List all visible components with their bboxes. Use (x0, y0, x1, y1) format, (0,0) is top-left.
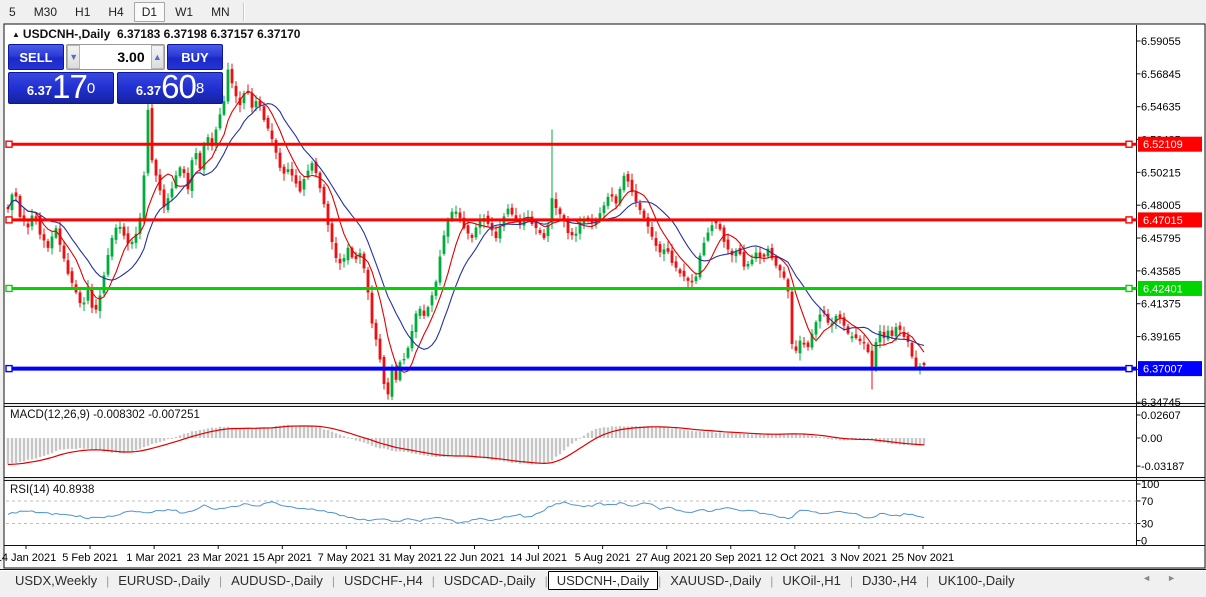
chart-title: ▲USDCNH-,Daily 6.37183 6.37198 6.37157 6… (12, 27, 300, 41)
svg-text:14 Jul 2021: 14 Jul 2021 (510, 552, 567, 564)
svg-text:12 Oct 2021: 12 Oct 2021 (765, 552, 825, 564)
buy-price-sup: 8 (196, 75, 204, 103)
svg-text:30: 30 (1141, 519, 1153, 531)
svg-text:6.47015: 6.47015 (1143, 215, 1183, 227)
svg-text:6.56845: 6.56845 (1141, 69, 1181, 81)
volume-input[interactable] (80, 45, 150, 69)
buy-button[interactable]: BUY (167, 44, 223, 70)
tab-scroll-arrows[interactable]: ◄► (1142, 573, 1192, 583)
svg-text:7 May 2021: 7 May 2021 (318, 552, 375, 564)
svg-text:6.34745: 6.34745 (1141, 397, 1181, 409)
svg-text:15 Apr 2021: 15 Apr 2021 (253, 552, 312, 564)
svg-text:0.02607: 0.02607 (1141, 410, 1181, 422)
svg-text:0: 0 (1141, 536, 1147, 548)
mt4-window: 5M30H1H4D1W1MN 6.590556.568456.546356.52… (0, 0, 1206, 597)
volume-decrease-button[interactable]: ▼ (67, 45, 80, 69)
svg-text:0.00: 0.00 (1141, 433, 1162, 445)
tab-xauusd-daily[interactable]: XAUUSD-,Daily (661, 572, 770, 589)
svg-text:27 Aug 2021: 27 Aug 2021 (636, 552, 698, 564)
svg-text:23 Mar 2021: 23 Mar 2021 (187, 552, 249, 564)
chart-ohlc-values: 6.37183 6.37198 6.37157 6.37170 (117, 27, 301, 41)
sell-price-sup: 0 (87, 75, 95, 103)
svg-text:6.48005: 6.48005 (1141, 200, 1181, 212)
svg-text:1 Mar 2021: 1 Mar 2021 (126, 552, 182, 564)
macd-indicator-label: MACD(12,26,9) -0.008302 -0.007251 (10, 409, 200, 421)
chart-symbol-label: USDCNH-,Daily (23, 27, 110, 41)
svg-text:14 Jan 2021: 14 Jan 2021 (0, 552, 56, 564)
svg-text:5 Aug 2021: 5 Aug 2021 (575, 552, 631, 564)
tab-usdcad-daily[interactable]: USDCAD-,Daily (435, 572, 545, 589)
svg-text:6.52109: 6.52109 (1143, 139, 1183, 151)
svg-text:25 Nov 2021: 25 Nov 2021 (892, 552, 954, 564)
rsi-indicator-label: RSI(14) 40.8938 (10, 484, 94, 496)
buy-price-base: 6.37 (136, 80, 161, 102)
svg-text:6.50215: 6.50215 (1141, 167, 1181, 179)
svg-text:100: 100 (1141, 479, 1159, 491)
tab-dj30-h4[interactable]: DJ30-,H4 (853, 572, 926, 589)
svg-text:6.45795: 6.45795 (1141, 233, 1181, 245)
sell-price-base: 6.37 (27, 80, 52, 102)
tab-audusd-daily[interactable]: AUDUSD-,Daily (222, 572, 332, 589)
chart-tab-bar: USDX,Weekly|EURUSD-,Daily|AUDUSD-,Daily|… (0, 569, 1206, 591)
svg-text:6.39165: 6.39165 (1141, 332, 1181, 344)
svg-text:6.42401: 6.42401 (1143, 283, 1183, 295)
sell-button[interactable]: SELL (8, 44, 64, 70)
buy-price-button[interactable]: 6.37608 (117, 72, 223, 104)
tab-scroll-left-icon[interactable]: ◄ (1142, 573, 1167, 583)
tab-usdx-weekly[interactable]: USDX,Weekly (6, 572, 106, 589)
svg-text:6.43585: 6.43585 (1141, 266, 1181, 278)
svg-text:-0.03187: -0.03187 (1141, 461, 1184, 473)
sell-price-big: 17 (52, 72, 87, 102)
svg-text:3 Nov 2021: 3 Nov 2021 (831, 552, 887, 564)
svg-text:20 Sep 2021: 20 Sep 2021 (700, 552, 762, 564)
sell-price-button[interactable]: 6.37170 (8, 72, 114, 104)
tab-usdcnh-daily[interactable]: USDCNH-,Daily (548, 571, 658, 590)
svg-text:6.41375: 6.41375 (1141, 299, 1181, 311)
svg-text:70: 70 (1141, 496, 1153, 508)
collapse-triangle-icon[interactable]: ▲ (12, 30, 20, 39)
svg-text:6.54635: 6.54635 (1141, 102, 1181, 114)
tab-usdchf-h4[interactable]: USDCHF-,H4 (335, 572, 432, 589)
tab-uk100-daily[interactable]: UK100-,Daily (929, 572, 1024, 589)
tab-eurusd-daily[interactable]: EURUSD-,Daily (109, 572, 219, 589)
tab-ukoil-h1[interactable]: UKOil-,H1 (773, 572, 850, 589)
svg-text:5 Feb 2021: 5 Feb 2021 (62, 552, 118, 564)
buy-price-big: 60 (161, 72, 196, 102)
tab-scroll-right-icon[interactable]: ► (1167, 573, 1192, 583)
one-click-trading-panel: SELL ▼ ▲ BUY 6.37170 6.37608 (8, 44, 223, 104)
volume-increase-button[interactable]: ▲ (151, 45, 164, 69)
svg-text:6.59055: 6.59055 (1141, 36, 1181, 48)
svg-text:6.37007: 6.37007 (1143, 364, 1183, 376)
svg-text:31 May 2021: 31 May 2021 (379, 552, 443, 564)
svg-text:22 Jun 2021: 22 Jun 2021 (444, 552, 505, 564)
